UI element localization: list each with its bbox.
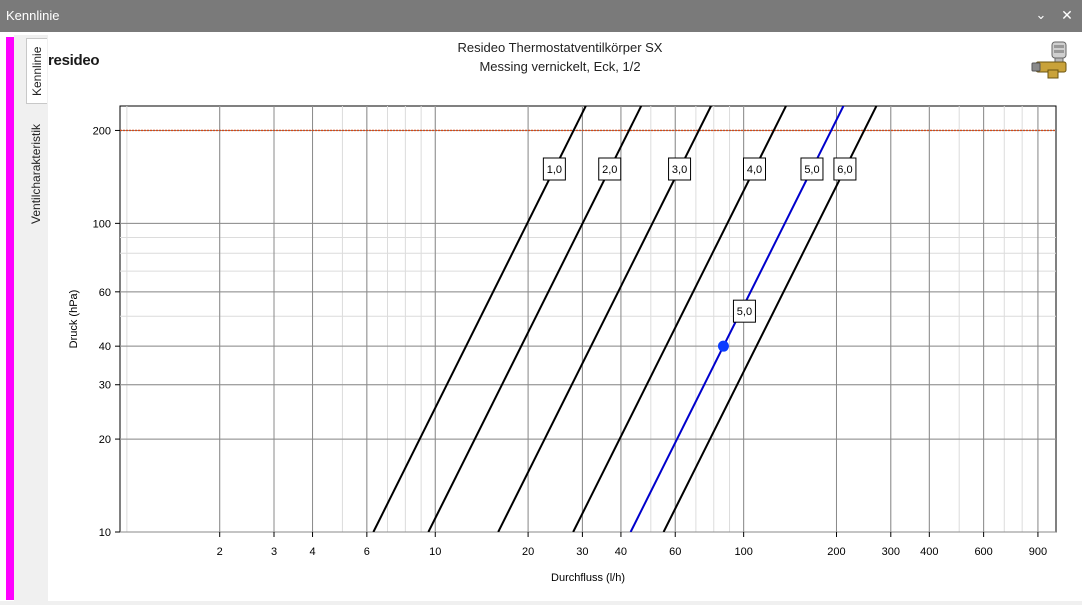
y-tick-label: 200 (93, 125, 111, 137)
y-tick-label: 30 (99, 380, 111, 392)
x-tick-label: 900 (1029, 546, 1047, 558)
y-tick-label: 10 (99, 527, 111, 539)
x-tick-label: 60 (669, 546, 681, 558)
series-label-1-0: 1,0 (542, 157, 566, 181)
y-axis-label: Druck (hPa) (68, 290, 80, 349)
svg-text:5,0: 5,0 (804, 164, 819, 176)
series-label-5-0: 5,0 (800, 157, 824, 181)
series-label-6-0: 6,0 (833, 157, 857, 181)
x-tick-label: 200 (827, 546, 845, 558)
series-label-2-0: 2,0 (598, 157, 622, 181)
x-tick-label: 20 (522, 546, 534, 558)
x-axis-label: Durchfluss (l/h) (551, 572, 625, 584)
x-tick-label: 100 (734, 546, 752, 558)
svg-text:4,0: 4,0 (747, 164, 762, 176)
svg-text:5,0: 5,0 (737, 306, 752, 318)
series-label-4-0: 4,0 (743, 157, 767, 181)
x-tick-label: 300 (882, 546, 900, 558)
y-tick-label: 20 (99, 434, 111, 446)
x-tick-label: 6 (364, 546, 370, 558)
svg-text:2,0: 2,0 (602, 164, 617, 176)
x-tick-label: 10 (429, 546, 441, 558)
bottom-border (0, 601, 1082, 605)
x-tick-label: 40 (615, 546, 627, 558)
x-tick-label: 3 (271, 546, 277, 558)
x-tick-label: 600 (974, 546, 992, 558)
y-tick-label: 40 (99, 341, 111, 353)
x-tick-label: 4 (309, 546, 315, 558)
svg-text:6,0: 6,0 (837, 164, 852, 176)
operating-point-marker[interactable] (717, 340, 729, 352)
x-tick-label: 400 (920, 546, 938, 558)
svg-text:1,0: 1,0 (547, 164, 562, 176)
y-tick-label: 100 (93, 218, 111, 230)
x-tick-label: 30 (576, 546, 588, 558)
y-tick-label: 60 (99, 287, 111, 299)
plot-area (119, 105, 1057, 533)
operating-point-label: 5,0 (732, 299, 756, 323)
series-label-3-0: 3,0 (668, 157, 692, 181)
chart-svg: 1,0 2,0 3,0 4,0 5,0 6,0 5,0 2 3 4 6 10 20 30 40 60 100… (68, 105, 1057, 584)
svg-text:3,0: 3,0 (672, 164, 687, 176)
x-tick-label: 2 (217, 546, 223, 558)
